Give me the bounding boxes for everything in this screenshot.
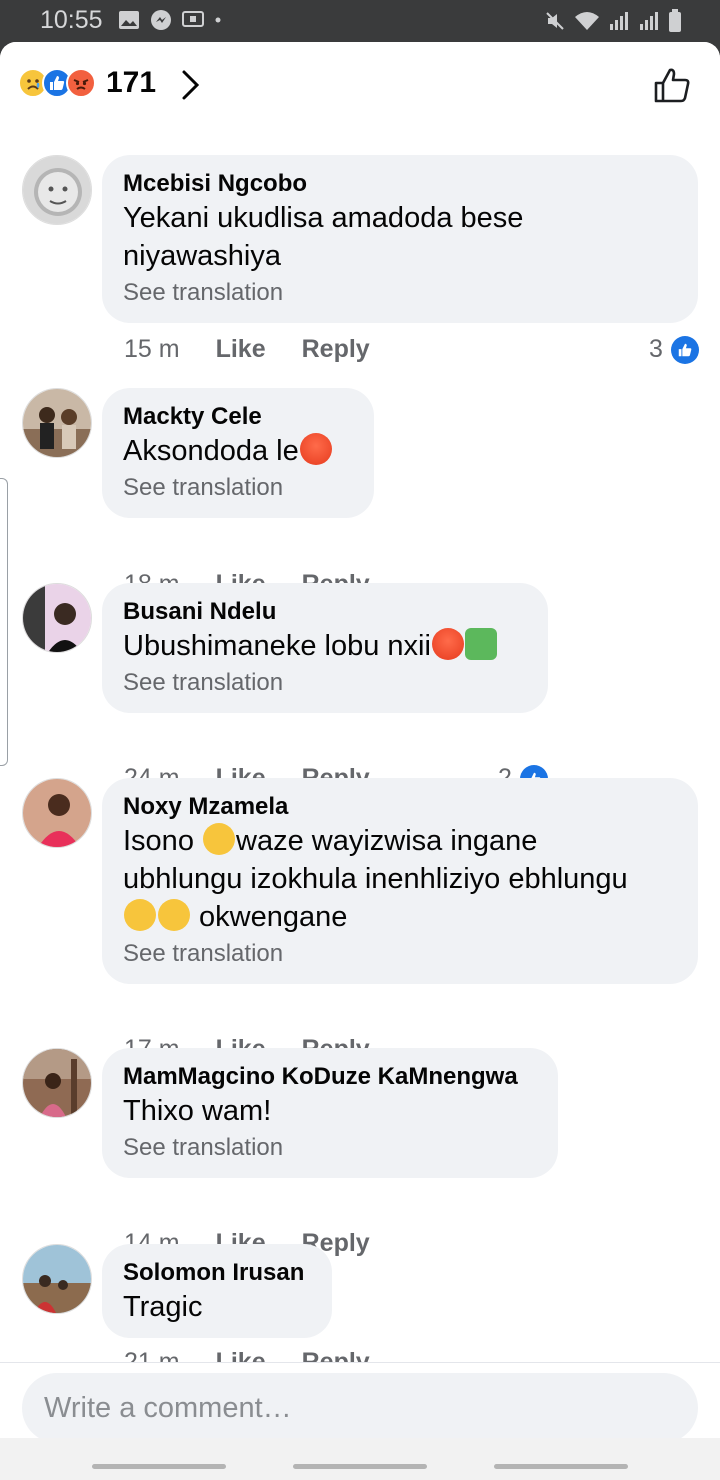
comment-text-line: ubhlungu izokhula inenhliziyo ebhlungu: [123, 863, 628, 895]
comment-author[interactable]: Noxy Mzamela: [123, 792, 678, 822]
comment-author[interactable]: Mackty Cele: [123, 402, 354, 432]
pensive-emoji-icon: [124, 899, 156, 931]
comments-sheet: 171 Mcebisi Ngcobo Yekani ukudlisa amado…: [0, 42, 720, 1438]
comment-bubble[interactable]: Solomon Irusan Tragic: [102, 1244, 332, 1338]
comment-like-count[interactable]: 3: [649, 335, 699, 364]
comment-author[interactable]: Mcebisi Ngcobo: [123, 169, 678, 199]
comment-text-line: Isono waze wayizwisa ingane: [123, 822, 678, 860]
comment-author[interactable]: Busani Ndelu: [123, 597, 528, 627]
system-nav-bar: [0, 1438, 720, 1480]
screen-icon: [182, 11, 204, 27]
avatar[interactable]: [22, 1048, 92, 1118]
avatar[interactable]: [22, 388, 92, 458]
like-badge-icon: [670, 335, 699, 364]
wifi-icon: [575, 12, 599, 30]
battery-icon: [669, 9, 681, 32]
avatar[interactable]: [22, 155, 92, 225]
mute-icon: [546, 12, 564, 30]
reactions-header: 171: [0, 42, 720, 122]
like-action[interactable]: Like: [216, 1348, 266, 1362]
comment-text-value: okwengane: [191, 901, 348, 933]
comment-bubble[interactable]: Busani Ndelu Ubushimaneke lobu nxii See …: [102, 583, 548, 713]
angry-emoji-icon: [431, 628, 464, 660]
side-panel-handle[interactable]: [0, 478, 8, 766]
comment-text-value: Isono: [123, 825, 202, 857]
comment-time: 21 m: [124, 1348, 180, 1362]
angry-reaction-icon: [66, 68, 96, 98]
comment-text: Thixo wam!: [123, 1095, 272, 1127]
trash-bin-emoji-icon: [464, 628, 497, 660]
messenger-icon: [151, 10, 171, 30]
see-translation-link[interactable]: See translation: [123, 1132, 538, 1164]
comments-feed[interactable]: Mcebisi Ngcobo Yekani ukudlisa amadoda b…: [0, 122, 720, 1362]
reaction-summary[interactable]: 171: [18, 66, 156, 100]
see-translation-link[interactable]: See translation: [123, 938, 678, 970]
reaction-count: 171: [106, 66, 157, 99]
comment-text-line: niyawashiya: [123, 240, 281, 272]
comment-text-line: Yekani ukudlisa amadoda bese: [123, 202, 524, 234]
comment-text-value: Aksondoda le: [123, 435, 299, 467]
comment-actions: 15 m Like Reply: [124, 335, 370, 364]
comment-author[interactable]: MamMagcino KoDuze KaMnengwa: [123, 1062, 538, 1092]
gallery-icon: [119, 11, 139, 29]
avatar[interactable]: [22, 1244, 92, 1314]
avatar[interactable]: [22, 583, 92, 653]
comment-bubble[interactable]: Noxy Mzamela Isono waze wayizwisa ingane…: [102, 778, 698, 984]
status-time: 10:55: [40, 6, 103, 34]
comment-bubble[interactable]: MamMagcino KoDuze KaMnengwa Thixo wam! S…: [102, 1048, 558, 1178]
status-notification-icons: [118, 9, 222, 31]
comment-text: Ubushimaneke lobu nxii: [123, 627, 528, 665]
comment-composer: [0, 1362, 720, 1438]
comment-bubble[interactable]: Mackty Cele Aksondoda le See translation: [102, 388, 374, 518]
like-button-icon[interactable]: [652, 65, 692, 105]
comment-text-value: waze wayizwisa ingane: [236, 825, 538, 857]
like-action[interactable]: Like: [216, 335, 266, 364]
reply-action[interactable]: Reply: [302, 335, 370, 364]
crying-emoji-icon: [158, 899, 190, 931]
nav-back-button[interactable]: [494, 1464, 628, 1469]
see-translation-link[interactable]: See translation: [123, 667, 528, 699]
comment-author[interactable]: Solomon Irusan: [123, 1258, 312, 1288]
sad-tear-emoji-icon: [203, 823, 235, 855]
comment-text: Tragic: [123, 1291, 203, 1323]
nav-recent-button[interactable]: [92, 1464, 226, 1469]
status-bar: 10:55: [0, 0, 720, 42]
status-system-icons: [544, 9, 682, 33]
comment-actions: 21 m Like Reply: [124, 1348, 370, 1362]
reply-action[interactable]: Reply: [302, 1348, 370, 1362]
comment-input[interactable]: [22, 1373, 698, 1438]
dot-icon: [215, 17, 221, 23]
chevron-right-icon[interactable]: [180, 69, 202, 101]
comment-text-line: okwengane: [123, 898, 678, 936]
nav-home-button[interactable]: [293, 1464, 427, 1469]
signal-icon-2: [640, 12, 658, 30]
comment-text-value: Ubushimaneke lobu nxii: [123, 630, 431, 662]
like-count-number: 3: [649, 335, 663, 363]
see-translation-link[interactable]: See translation: [123, 472, 354, 504]
see-translation-link[interactable]: See translation: [123, 277, 678, 309]
angry-emoji-icon: [299, 433, 332, 465]
signal-icon: [610, 12, 628, 30]
comment-time: 15 m: [124, 335, 180, 363]
comment-bubble[interactable]: Mcebisi Ngcobo Yekani ukudlisa amadoda b…: [102, 155, 698, 323]
comment-text: Aksondoda le: [123, 432, 354, 470]
avatar[interactable]: [22, 778, 92, 848]
